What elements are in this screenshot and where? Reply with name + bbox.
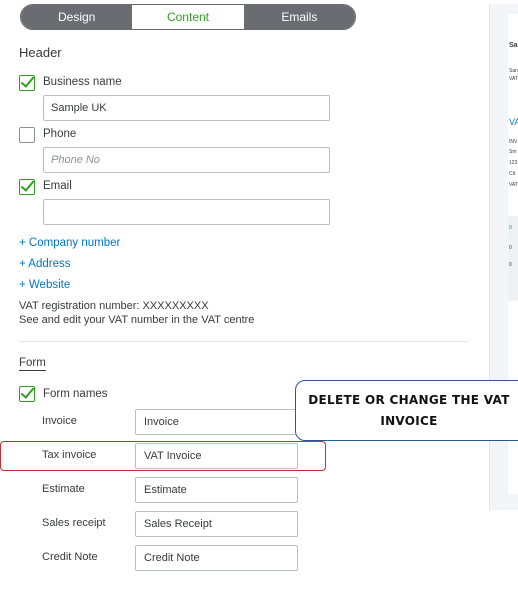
estimate-field[interactable]: Estimate	[135, 477, 298, 503]
preview-text: VAT	[509, 182, 518, 188]
form-section-title: Form	[19, 357, 46, 371]
form-names-checkbox[interactable]	[19, 386, 35, 402]
preview-text: 0	[509, 245, 512, 251]
section-divider	[19, 341, 468, 342]
preview-text: Sm	[509, 149, 517, 155]
estimate-label: Estimate	[42, 483, 85, 495]
preview-text: Sa	[509, 42, 518, 49]
business-name-checkbox[interactable]	[19, 75, 35, 91]
vat-number-text: VAT registration number: XXXXXXXXX	[19, 300, 209, 312]
phone-label: Phone	[43, 128, 77, 140]
preview-text: Cit	[509, 171, 516, 177]
preview-text: 0	[509, 225, 512, 231]
preview-text: INV	[509, 139, 518, 145]
annotation-text: DELETE OR CHANGE THE VAT INVOICE	[308, 392, 510, 428]
preview-text: 123	[509, 160, 518, 166]
business-name-label: Business name	[43, 76, 122, 88]
header-section-title: Header	[19, 45, 62, 60]
credit-note-field[interactable]: Credit Note	[135, 545, 298, 571]
add-company-number-link[interactable]: + Company number	[19, 237, 120, 249]
email-checkbox[interactable]	[19, 179, 35, 195]
add-address-link[interactable]: + Address	[19, 258, 70, 270]
email-label: Email	[43, 180, 72, 192]
vat-centre-text: See and edit your VAT number in the VAT …	[19, 314, 255, 326]
business-name-field[interactable]: Sample UK	[43, 95, 330, 121]
tax-invoice-field[interactable]: VAT Invoice	[135, 443, 298, 469]
tax-invoice-label: Tax invoice	[42, 449, 97, 461]
phone-checkbox[interactable]	[19, 127, 35, 143]
tab-emails[interactable]: Emails	[243, 5, 355, 29]
tab-bar: Design Content Emails	[20, 4, 356, 30]
annotation-callout: DELETE OR CHANGE THE VAT INVOICE	[295, 380, 518, 441]
preview-text: San	[509, 68, 518, 74]
invoice-field[interactable]: Invoice	[135, 409, 298, 435]
sales-receipt-label: Sales receipt	[42, 517, 106, 529]
preview-text: 0	[509, 262, 512, 268]
preview-text: VAT	[509, 76, 518, 82]
add-website-link[interactable]: + Website	[19, 279, 70, 291]
invoice-label: Invoice	[42, 415, 77, 427]
sales-receipt-field[interactable]: Sales Receipt	[135, 511, 298, 537]
tab-content[interactable]: Content	[132, 5, 244, 29]
email-field[interactable]	[43, 199, 330, 225]
preview-text: VA	[509, 117, 518, 127]
phone-field[interactable]: Phone No	[43, 147, 330, 173]
form-names-label: Form names	[43, 388, 108, 400]
credit-note-label: Credit Note	[42, 551, 98, 563]
tab-design[interactable]: Design	[21, 5, 133, 29]
